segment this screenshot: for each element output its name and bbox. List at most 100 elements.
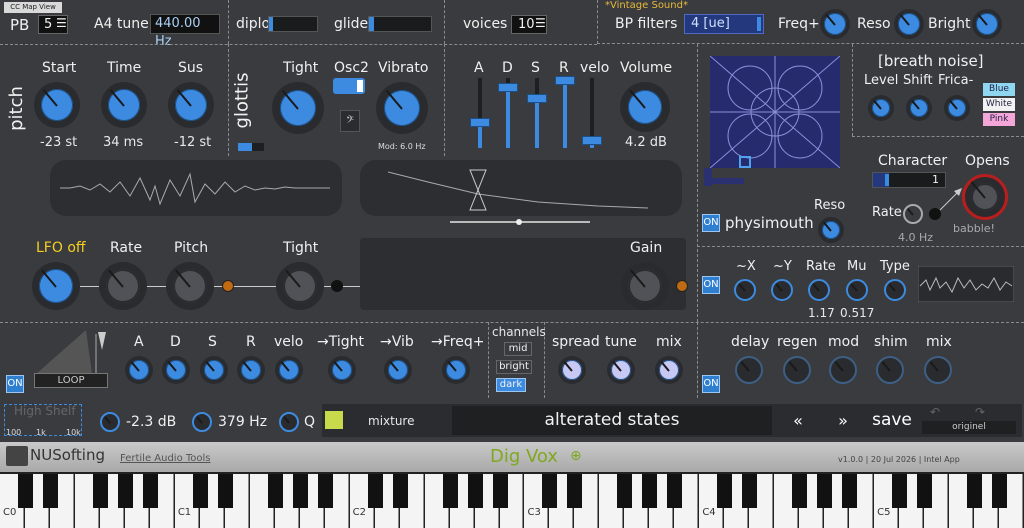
bp-filters-select[interactable]: 4 [ue] (684, 14, 764, 34)
fx-mix-knob[interactable] (924, 356, 952, 384)
preset-name-field[interactable]: alterated states (452, 406, 772, 435)
black-key[interactable] (192, 474, 208, 508)
glide-slider[interactable] (368, 16, 432, 32)
mod-env-d-knob[interactable] (162, 356, 190, 384)
black-key[interactable] (17, 474, 33, 508)
lfo-gain-knob[interactable] (621, 262, 669, 310)
black-key[interactable] (92, 474, 108, 508)
envelope-scrub-slider[interactable] (450, 219, 590, 225)
pitch-sus-knob[interactable] (168, 82, 214, 128)
osc2-toggle[interactable] (333, 78, 365, 94)
physimouth-xy-pad[interactable] (710, 56, 840, 168)
company-tagline[interactable]: Fertile Audio Tools (120, 453, 211, 464)
amp-env-r-fader[interactable] (555, 76, 575, 148)
pb-value-box[interactable]: 5 ☰ (38, 15, 68, 34)
black-key[interactable] (817, 474, 833, 508)
black-key[interactable] (267, 474, 283, 508)
preset-bank-name[interactable]: mixture (368, 414, 415, 428)
physimouth-on-button[interactable]: ON (702, 214, 720, 232)
black-key[interactable] (967, 474, 983, 508)
undo-icon[interactable]: ↶ (930, 405, 940, 419)
black-key[interactable] (992, 474, 1008, 508)
mod-type-knob[interactable] (884, 279, 906, 301)
lfo-tight-knob[interactable] (276, 262, 324, 310)
channel-mid-button[interactable]: mid (504, 342, 532, 356)
save-button[interactable]: save (867, 406, 917, 435)
regen-knob[interactable] (783, 356, 811, 384)
lfo-rate-knob[interactable] (99, 262, 147, 310)
noise-white-button[interactable]: White (983, 98, 1015, 111)
reso-knob[interactable] (894, 9, 924, 39)
lfo-amount-knob[interactable] (32, 262, 80, 310)
eq-freq-knob[interactable] (192, 412, 212, 432)
mod-y-knob[interactable] (771, 279, 793, 301)
mod-env-tight-knob[interactable] (328, 356, 356, 384)
mod-env-vib-knob[interactable] (384, 356, 412, 384)
black-key[interactable] (542, 474, 558, 508)
amp-env-velo-fader[interactable] (582, 78, 602, 148)
character-field[interactable]: 1 (872, 172, 946, 188)
bass-clef-button[interactable]: 𝄢 (340, 110, 360, 132)
black-key[interactable] (567, 474, 583, 508)
black-key[interactable] (367, 474, 383, 508)
black-key[interactable] (492, 474, 508, 508)
black-key[interactable] (717, 474, 733, 508)
pitch-start-knob[interactable] (34, 82, 80, 128)
amp-env-a-fader[interactable] (470, 78, 490, 148)
breath-level-knob[interactable] (868, 95, 894, 121)
bright-knob[interactable] (972, 9, 1002, 39)
fx-on-button[interactable]: ON (702, 375, 720, 393)
black-key[interactable] (667, 474, 683, 508)
globe-icon[interactable]: ⊕ (570, 448, 582, 464)
pitch-time-knob[interactable] (101, 82, 147, 128)
mod-env-on-button[interactable]: ON (6, 375, 24, 393)
babble-rate-knob[interactable] (903, 204, 923, 224)
eq-gain-knob[interactable] (100, 412, 120, 432)
channels-mix-knob[interactable] (655, 356, 683, 384)
black-key[interactable] (117, 474, 133, 508)
tune-knob[interactable] (607, 356, 635, 384)
mod-env-s-knob[interactable] (200, 356, 228, 384)
noise-blue-button[interactable]: Blue (983, 83, 1015, 96)
mod-x-knob[interactable] (734, 279, 756, 301)
glottis-mini-slider[interactable] (238, 143, 264, 151)
cc-map-view-button[interactable]: CC Map View (4, 2, 62, 13)
mod-on-button[interactable]: ON (702, 276, 720, 294)
loop-button[interactable]: LOOP (34, 373, 108, 388)
mod-env-a-knob[interactable] (125, 356, 153, 384)
black-key[interactable] (392, 474, 408, 508)
black-key[interactable] (617, 474, 633, 508)
black-key[interactable] (467, 474, 483, 508)
black-key[interactable] (742, 474, 758, 508)
glottis-tight-knob[interactable] (272, 82, 324, 134)
mod-env-r-knob[interactable] (237, 356, 265, 384)
prev-preset-button[interactable]: « (777, 406, 819, 435)
diplo-slider[interactable] (268, 16, 318, 32)
amp-env-d-fader[interactable] (498, 78, 518, 148)
noise-pink-button[interactable]: Pink (983, 113, 1015, 126)
black-key[interactable] (142, 474, 158, 508)
a4-tune-field[interactable]: 440.00 Hz (150, 14, 220, 49)
preset-bank-icon[interactable] (325, 411, 343, 429)
physimouth-reso-knob[interactable] (818, 217, 844, 243)
volume-knob[interactable] (620, 82, 670, 132)
shim-knob[interactable] (876, 356, 904, 384)
voices-value-box[interactable]: 10 ☰ (511, 15, 547, 34)
fx-mod-knob[interactable] (829, 356, 857, 384)
black-key[interactable] (217, 474, 233, 508)
opens-knob[interactable] (962, 174, 1008, 220)
eq-q-knob[interactable] (279, 412, 299, 432)
black-key[interactable] (292, 474, 308, 508)
lfo-pitch-knob[interactable] (166, 262, 214, 310)
black-key[interactable] (892, 474, 908, 508)
black-key[interactable] (642, 474, 658, 508)
original-button[interactable]: originel (922, 421, 1016, 434)
lfo-gain-node[interactable] (676, 280, 688, 292)
next-preset-button[interactable]: » (822, 406, 864, 435)
black-key[interactable] (842, 474, 858, 508)
vibrato-knob[interactable] (376, 82, 428, 134)
channel-dark-button[interactable]: dark (496, 378, 526, 392)
mod-rate-knob[interactable] (808, 279, 830, 301)
channel-bright-button[interactable]: bright (496, 360, 532, 374)
black-key[interactable] (442, 474, 458, 508)
